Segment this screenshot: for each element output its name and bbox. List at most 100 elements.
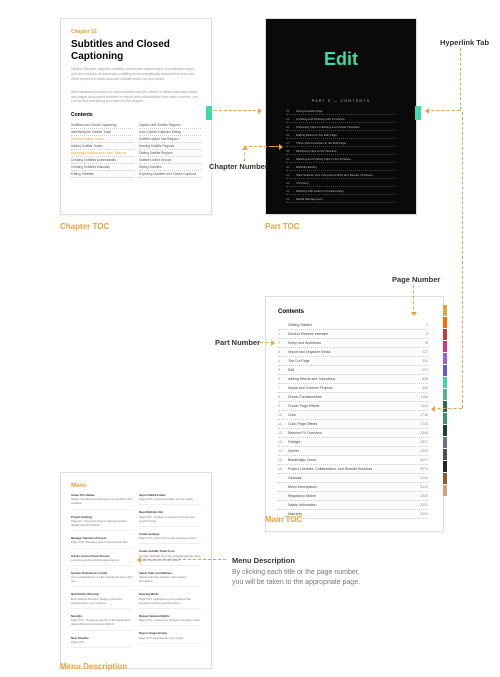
menu-block[interactable]: New TimelinePage XXX. xyxy=(71,636,133,648)
chapter-body-text: DaVinci Resolve supports subtitles and c… xyxy=(71,67,201,82)
part-entry[interactable]: 39Marking and Finding Clips in the Timel… xyxy=(286,155,396,163)
part-entry[interactable]: 33Using the Edit Page xyxy=(286,107,396,115)
toc-entry[interactable]: Importing Subtitles and Close Captions xyxy=(71,150,133,157)
main-entry[interactable]: 9Fusion Page Effects1302 xyxy=(278,402,428,411)
toc-entry[interactable]: Auto Caption Captions Dialog xyxy=(139,129,201,136)
main-entry[interactable]: Glossary3130 xyxy=(278,474,428,483)
color-tab[interactable] xyxy=(443,437,447,448)
color-tab[interactable] xyxy=(443,329,447,340)
toc-entry[interactable]: Exporting Subtitles and Closed Captions xyxy=(139,171,201,178)
menu-block[interactable]: Tracks Control Panel PresetsLets you pic… xyxy=(71,554,133,566)
toc-entry[interactable]: Creating Subtitles Manually xyxy=(71,164,133,171)
arrow-line xyxy=(260,342,274,343)
part-entry[interactable]: 37Three-Point Insertion in the Edit Page xyxy=(286,139,396,147)
part-entry[interactable]: 44Media Management xyxy=(286,195,396,203)
main-entry[interactable]: 3Import and Organize Media227 xyxy=(278,348,428,357)
part-entry[interactable]: 34Creating and Working with Timelines xyxy=(286,115,396,123)
toc-entry[interactable]: Naming Subtitle Tracks xyxy=(71,136,133,143)
toc-entry[interactable]: Editing Subtitles xyxy=(71,171,133,178)
main-entry[interactable]: 8Fusion Fundamentals1106 xyxy=(278,393,428,402)
toc-entry[interactable]: Identifying the Subtitle Track xyxy=(71,129,133,136)
color-tab[interactable] xyxy=(443,305,447,316)
toc-entry[interactable]: Naming Subtitle Regions xyxy=(139,143,201,150)
menu-block[interactable]: Quit DaVinci ResolveExits DaVinci Resolv… xyxy=(71,592,133,609)
color-tab[interactable] xyxy=(443,389,447,400)
part-title: Edit xyxy=(266,19,416,70)
main-entry[interactable]: 15Blackmagic Cloud3047 xyxy=(278,456,428,465)
part-side-tab xyxy=(415,106,421,120)
part-entry[interactable]: 40Multiclip Editing xyxy=(286,163,396,171)
part-entry[interactable]: 35Preparing Clips for Editing and Viewer… xyxy=(286,123,396,131)
main-entry[interactable]: 12Resolve FX Overview2346 xyxy=(278,429,428,438)
menu-block[interactable]: Create Subtitle Track FromCreates Subtit… xyxy=(139,549,201,566)
part-entry[interactable]: 43Working with Audio in the Edit Page xyxy=(286,187,396,195)
arrow-line xyxy=(244,147,245,161)
main-entry[interactable]: 6Adding Effects and Transitions828 xyxy=(278,375,428,384)
menu-block[interactable]: Import Media FolderPage XXX. Imports the… xyxy=(139,493,201,505)
main-entry[interactable]: 7Import and Conform Projects990 xyxy=(278,384,428,393)
color-tab[interactable] xyxy=(443,401,447,412)
color-tab[interactable] xyxy=(443,377,447,388)
chapter-number-label: Chapter 52 xyxy=(71,29,201,35)
main-entry[interactable]: 10Color1716 xyxy=(278,411,428,420)
color-tab[interactable] xyxy=(443,473,447,484)
color-tab[interactable] xyxy=(443,461,447,472)
chapter-body-text: With advanced controls for basic subtitl… xyxy=(71,90,201,105)
color-tab[interactable] xyxy=(443,317,447,328)
main-entry[interactable]: Safety Information3221 xyxy=(278,501,428,510)
part-entry[interactable]: 42Trimming xyxy=(286,179,396,187)
toc-entry[interactable]: Adding Subtitle Tracks xyxy=(71,143,133,150)
menu-block[interactable]: Dancing MarksPage XXX. Highlights up the… xyxy=(139,592,201,609)
main-entry[interactable]: 16Project Libraries, Collaboration, and … xyxy=(278,465,428,474)
part-entry[interactable]: 36Editing Basics in the Edit Page xyxy=(286,131,396,139)
main-entry[interactable]: 14Deliver2990 xyxy=(278,447,428,456)
color-tab[interactable] xyxy=(443,425,447,436)
arrow-line xyxy=(272,146,282,147)
arrow-line xyxy=(462,112,463,408)
main-entry[interactable]: 1DaVinci Resolve Interface6 xyxy=(278,330,428,339)
toc-entry[interactable]: Editing Subtitle Regions xyxy=(139,150,201,157)
color-tab[interactable] xyxy=(443,365,447,376)
menu-block[interactable]: Manage Transition PresetsPage XXX. Manag… xyxy=(71,536,133,548)
main-entry[interactable]: 13Fairlight2527 xyxy=(278,438,428,447)
menu-heading: Menu xyxy=(71,483,201,489)
main-toc-heading: Contents xyxy=(278,309,428,315)
main-entry[interactable]: Getting Started1 xyxy=(278,321,428,330)
menu-block[interactable]: Report Image ScriptsPage XXX. Exposes th… xyxy=(139,631,201,643)
menu-desc-page: Menu About This MediaShows the About box… xyxy=(60,472,212,669)
color-tab[interactable] xyxy=(443,485,447,496)
main-entry[interactable]: 2Setup and Workflows76 xyxy=(278,339,428,348)
menu-block[interactable]: Select Subs and MarkersAllows selecting … xyxy=(139,571,201,588)
toc-entry[interactable]: Styling Subtitles xyxy=(139,164,201,171)
arrow-line xyxy=(432,408,462,409)
label-main-toc: Main TOC xyxy=(265,515,302,524)
toc-entry[interactable]: Caption and Subtitle Regions xyxy=(139,122,201,129)
color-tab[interactable] xyxy=(443,449,447,460)
contents-heading: Contents xyxy=(71,112,201,118)
toc-entry[interactable]: Subtitle Layers and Regions xyxy=(139,136,201,143)
main-entry[interactable]: 4The Cut Page330 xyxy=(278,357,428,366)
main-entry[interactable]: 5Edit497 xyxy=(278,366,428,375)
toc-entry[interactable]: Subtitles and Closed Captioning xyxy=(71,122,133,129)
arrow-line xyxy=(460,48,461,110)
menu-block[interactable]: Project SettingsPage XX. Opens the Proje… xyxy=(71,515,133,532)
main-entry[interactable]: Menu Descriptions3142 xyxy=(278,483,428,492)
toc-entry[interactable]: Subtitle Linked Groups xyxy=(139,157,201,164)
label-part-toc: Part TOC xyxy=(265,222,300,231)
main-entry[interactable]: Regulatory Notice3220 xyxy=(278,492,428,501)
menu-block[interactable]: New Multiclip ClipPage XXX. Creates a co… xyxy=(139,510,201,527)
toc-entry[interactable]: Creating Subtitles Automatically xyxy=(71,157,133,164)
menu-block[interactable]: Create SettingsPage XXX. Opens the Creat… xyxy=(139,532,201,544)
main-entry[interactable]: 11Color Page Effects2126 xyxy=(278,420,428,429)
menu-block[interactable]: Reload Selected MarksPage XXX. Undoes an… xyxy=(139,614,201,626)
part-entry[interactable]: 41Take Selector and Compound Clips and N… xyxy=(286,171,396,179)
part-entry[interactable]: 38Modifying Clips in the Timeline xyxy=(286,147,396,155)
color-tab[interactable] xyxy=(443,413,447,424)
color-tab-strip xyxy=(443,305,447,495)
color-tab[interactable] xyxy=(443,341,447,352)
color-tab[interactable] xyxy=(443,353,447,364)
menu-block[interactable]: About This MediaShows the About box disp… xyxy=(71,493,133,510)
arrow-line xyxy=(138,559,226,560)
menu-block[interactable]: New BinPage XXX. Creates a new bin in th… xyxy=(71,614,133,631)
menu-block[interactable]: System Preferences UsefulLists configura… xyxy=(71,571,133,588)
